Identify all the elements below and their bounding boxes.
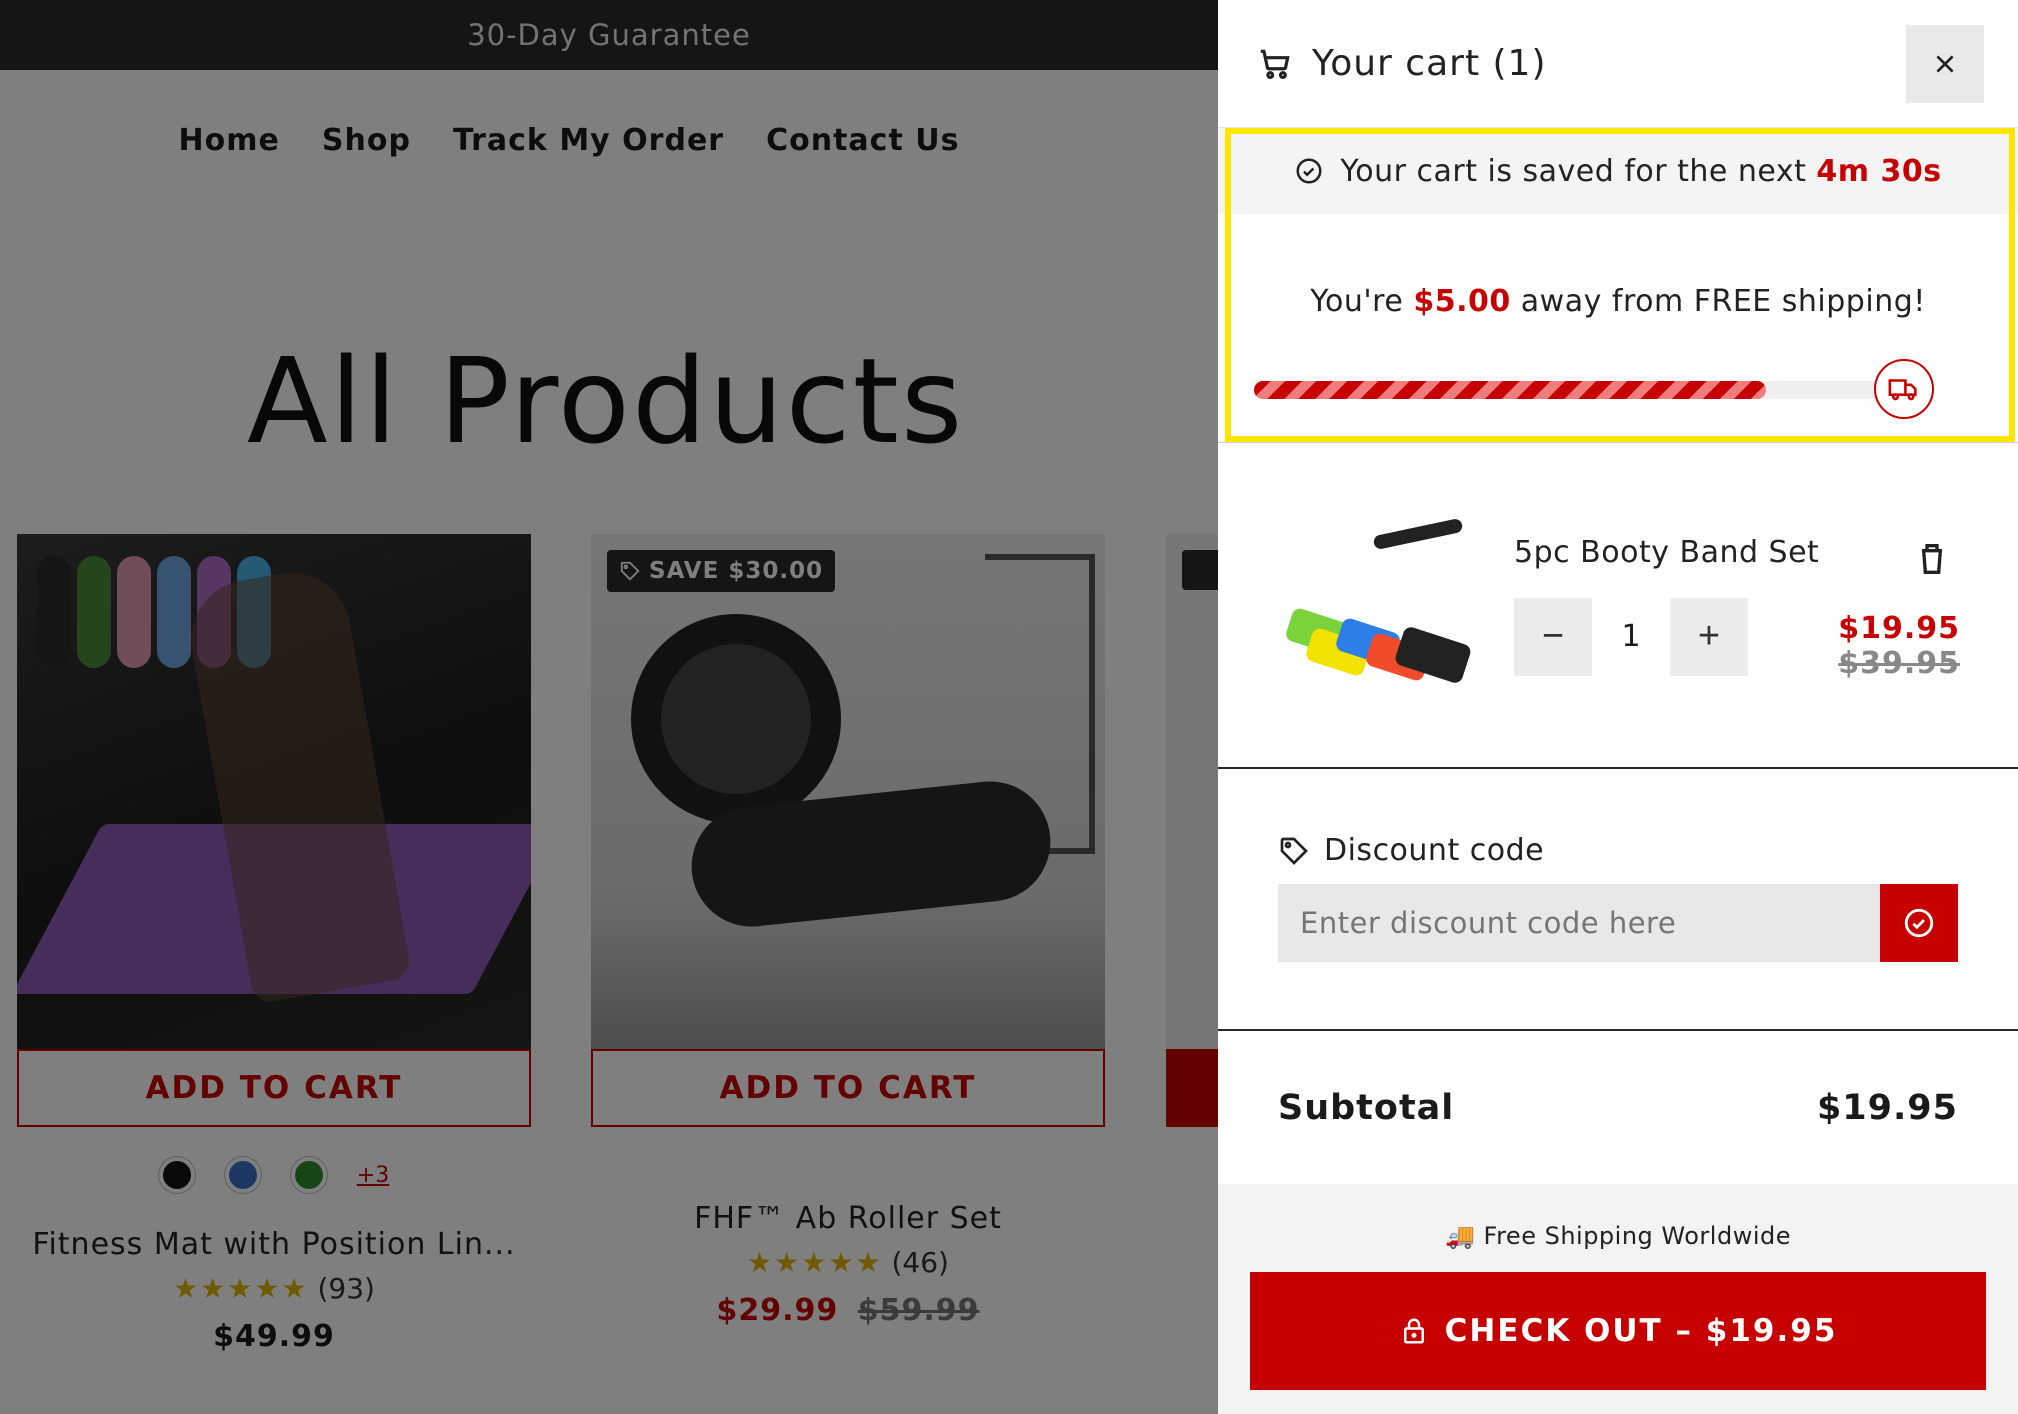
lock-icon xyxy=(1403,1318,1424,1344)
cart-footer: 🚚 Free Shipping Worldwide CHECK OUT – $1… xyxy=(1218,1184,2018,1414)
checkout-button[interactable]: CHECK OUT – $19.95 xyxy=(1250,1272,1986,1390)
item-thumbnail[interactable] xyxy=(1278,505,1478,705)
decrease-quantity-button[interactable]: − xyxy=(1514,597,1592,676)
highlight-box xyxy=(1225,128,2015,442)
discount-form xyxy=(1278,884,1958,962)
trash-icon[interactable] xyxy=(1912,539,1952,579)
item-compare-price: $39.95 xyxy=(1838,646,1960,681)
checkout-label: CHECK OUT – $19.95 xyxy=(1444,1313,1838,1349)
cart-title: Your cart (1) xyxy=(1312,43,1547,84)
apply-discount-button[interactable] xyxy=(1880,884,1958,962)
tag-icon xyxy=(1280,837,1308,865)
close-cart-button[interactable] xyxy=(1906,24,1984,103)
free-shipping-note: 🚚 Free Shipping Worldwide xyxy=(1445,1222,1791,1250)
store-page: 30-Day Guarantee Home Shop Track My Orde… xyxy=(0,0,1218,1414)
close-icon xyxy=(1936,54,1954,73)
cart-header: Your cart (1) xyxy=(1218,0,2018,128)
subtotal-row: Subtotal $19.95 xyxy=(1218,1031,2018,1185)
cart-icon xyxy=(1260,49,1290,79)
discount-label: Discount code xyxy=(1278,833,1958,868)
check-circle-icon xyxy=(1904,908,1934,938)
subtotal-value: $19.95 xyxy=(1816,1088,1958,1128)
drawer-backdrop[interactable] xyxy=(0,0,1218,1414)
discount-section: Discount code xyxy=(1218,769,2018,1029)
subtotal-label: Subtotal xyxy=(1278,1088,1455,1128)
cart-drawer: Your cart (1) Your cart is saved for the… xyxy=(1218,0,2018,1414)
discount-code-input[interactable] xyxy=(1278,884,1880,962)
cart-line-item: 5pc Booty Band Set − 1 + $19.95 $39.95 xyxy=(1218,443,2018,767)
quantity-value: 1 xyxy=(1621,619,1641,654)
item-sale-price: $19.95 xyxy=(1838,611,1960,646)
item-pricing: $19.95 $39.95 xyxy=(1838,539,1960,681)
increase-quantity-button[interactable]: + xyxy=(1670,597,1748,676)
